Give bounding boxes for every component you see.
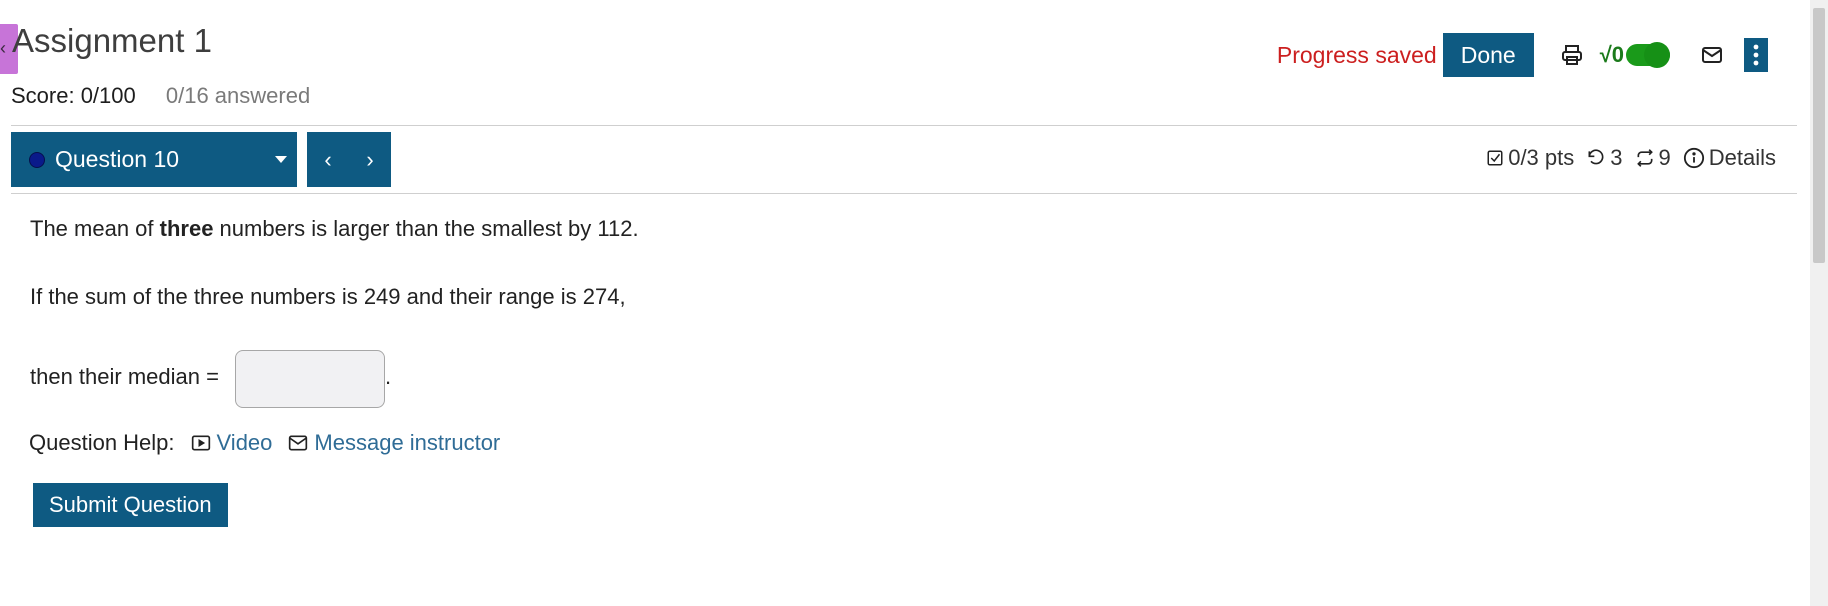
kebab-icon <box>1753 44 1759 66</box>
question-status-dot-icon <box>29 151 45 168</box>
submit-question-button[interactable]: Submit Question <box>33 483 228 527</box>
retries-meta: 3 <box>1586 145 1623 171</box>
toggle-knob <box>1644 42 1670 68</box>
progress-status: Progress saved <box>1276 41 1437 68</box>
chevron-down-icon <box>275 156 287 163</box>
retries-count: 3 <box>1610 145 1623 170</box>
page: ‹ Assignment 1 Score: 0/100 0/16 answere… <box>0 0 1810 606</box>
points-text: 0/3 pts <box>1508 145 1575 170</box>
repeat-icon <box>1636 149 1653 167</box>
attempts-meta: 9 <box>1635 145 1671 171</box>
math-entry-toggle[interactable] <box>1626 42 1670 68</box>
video-link[interactable]: Video <box>191 430 273 456</box>
median-answer-input[interactable] <box>235 350 385 408</box>
print-icon[interactable] <box>1554 37 1590 73</box>
more-menu-button[interactable] <box>1744 38 1768 72</box>
line1-post: numbers is larger than the smallest by 1… <box>213 216 639 241</box>
details-label: Details <box>1708 145 1776 170</box>
envelope-icon <box>289 435 308 451</box>
video-label: Video <box>216 430 273 455</box>
question-help: Question Help: Video Message instructor <box>29 430 500 456</box>
question-text-line1: The mean of three numbers is larger than… <box>30 216 639 242</box>
side-tab-arrow-icon: ‹ <box>0 38 6 58</box>
video-icon <box>191 435 210 451</box>
question-bar-divider <box>11 193 1797 194</box>
header-actions: Progress saved Done √0 <box>1276 33 1768 77</box>
math-entry-icon: √0 <box>1599 42 1624 67</box>
info-icon <box>1683 147 1704 169</box>
undo-icon <box>1588 149 1604 165</box>
previous-question-button[interactable]: ‹ <box>324 147 331 173</box>
assignment-title: Assignment 1 <box>12 22 212 59</box>
header-divider <box>11 125 1797 126</box>
done-button[interactable]: Done <box>1442 33 1534 77</box>
next-question-button[interactable]: › <box>366 147 373 173</box>
help-label: Question Help: <box>29 430 175 455</box>
answer-period: . <box>385 364 392 389</box>
answered-count: 0/16 answered <box>165 83 311 108</box>
question-text-line3: then their median = <box>30 364 219 389</box>
message-instructor-label: Message instructor <box>314 430 501 455</box>
line1-pre: The mean of <box>30 216 160 241</box>
question-selector-label: Question 10 <box>55 146 180 172</box>
mail-icon[interactable] <box>1694 37 1730 73</box>
details-link[interactable]: Details <box>1683 145 1776 171</box>
question-meta: 0/3 pts 3 9 Details <box>1480 145 1776 171</box>
line1-bold: three <box>159 216 214 241</box>
attempts-count: 9 <box>1658 145 1671 170</box>
scrollbar-thumb[interactable] <box>1813 8 1825 263</box>
score-text: Score: 0/100 <box>11 83 136 108</box>
message-instructor-link[interactable]: Message instructor <box>288 430 500 456</box>
checkbox-icon <box>1487 150 1503 166</box>
question-nav: ‹ › <box>307 132 391 187</box>
score-line: Score: 0/100 0/16 answered <box>11 83 310 109</box>
points-meta: 0/3 pts <box>1486 145 1574 171</box>
vertical-scrollbar[interactable] <box>1810 0 1828 606</box>
question-selector[interactable]: Question 10 <box>11 132 297 187</box>
question-text-line2: If the sum of the three numbers is 249 a… <box>30 284 626 309</box>
